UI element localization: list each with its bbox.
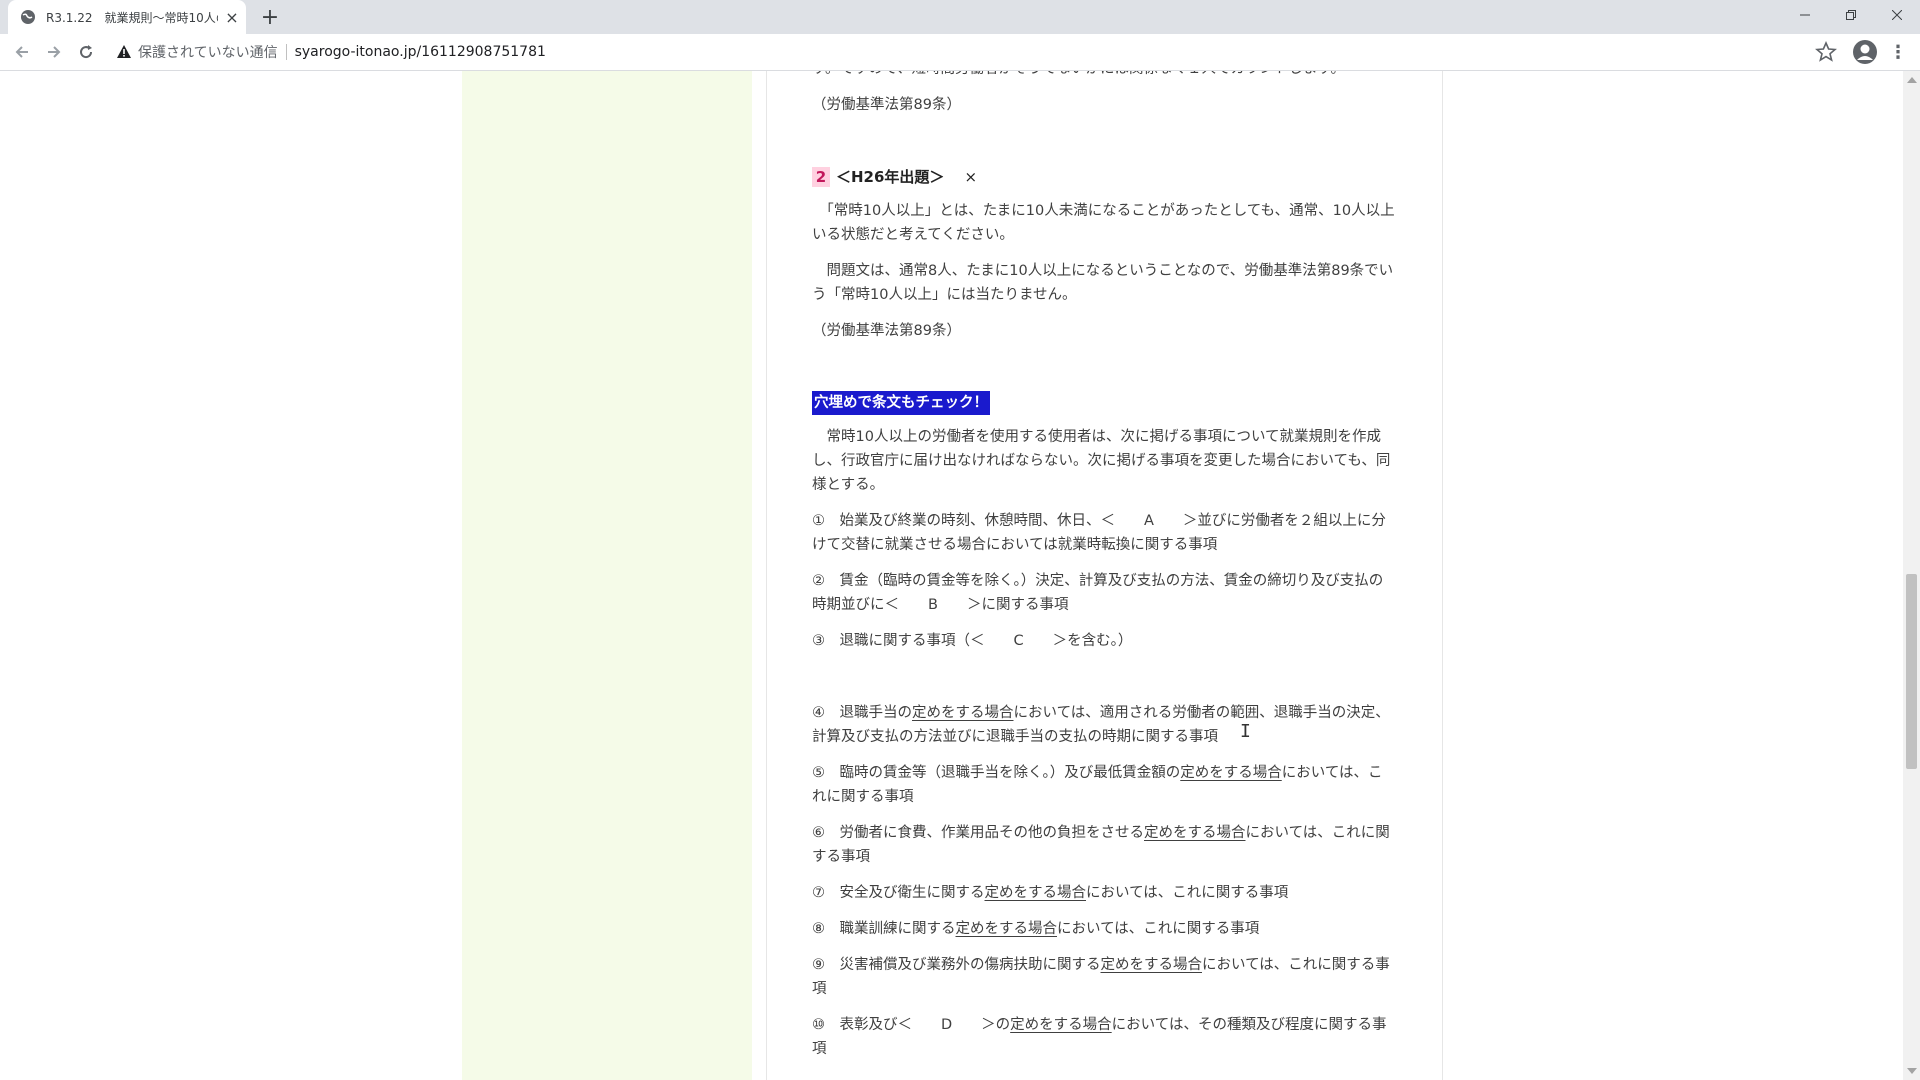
question-number-badge: 2 bbox=[812, 167, 830, 187]
new-tab-button[interactable]: + bbox=[258, 5, 282, 30]
page-scrollbar[interactable] bbox=[1903, 71, 1920, 1080]
back-icon[interactable] bbox=[8, 38, 36, 66]
scroll-up-icon[interactable] bbox=[1907, 77, 1917, 83]
cloze-section-title: 穴埋めで条文もチェック！ bbox=[812, 391, 990, 415]
security-status[interactable]: 保護されていない通信 bbox=[138, 42, 278, 62]
address-bar[interactable]: 保護されていない通信 syarogo-itonao.jp/16112908751… bbox=[108, 37, 1808, 67]
explanation-paragraph: 問題文は、通常8人、たまに10人以上になるということなので、労働基準法第89条で… bbox=[812, 263, 1394, 303]
minimize-icon[interactable] bbox=[1782, 0, 1828, 30]
question-title: ＜H26年出題＞ bbox=[836, 168, 945, 186]
list-item: ⑥ 労働者に食費、作業用品その他の負担をさせる定めをする場合においては、これに関… bbox=[812, 825, 1390, 865]
window-close-icon[interactable] bbox=[1874, 0, 1920, 30]
warning-icon[interactable] bbox=[116, 44, 132, 60]
left-sidebar bbox=[462, 71, 752, 1080]
list-item: ⑩ 表彰及び＜ D ＞の定めをする場合においては、その種類及び程度に関する事項 bbox=[812, 1017, 1387, 1057]
law-reference: （労働基準法第89条） bbox=[812, 323, 961, 339]
article-body: す。ですので、短時間労働者かそうでないかには関係なく１人でカウントします。 （労… bbox=[812, 71, 1397, 1073]
list-item: ⑨ 災害補償及び業務外の傷病扶助に関する定めをする場合においては、これに関する事… bbox=[812, 957, 1390, 997]
tab-title: R3.1.22 就業規則～常時10人の bbox=[46, 10, 218, 25]
article-column: す。ですので、短時間労働者かそうでないかには関係なく１人でカウントします。 （労… bbox=[766, 71, 1443, 1080]
list-item: ① 始業及び終業の時刻、休憩時間、休日、＜ A ＞並びに労働者を２組以上に分けて… bbox=[812, 513, 1386, 553]
browser-tab[interactable]: R3.1.22 就業規則～常時10人の × bbox=[8, 0, 246, 34]
text-cursor-icon: I bbox=[1240, 721, 1251, 742]
answer-mark: × bbox=[964, 168, 978, 186]
list-item: ⑤ 臨時の賃金等（退職手当を除く。）及び最低賃金額の定めをする場合においては、こ… bbox=[812, 765, 1383, 805]
close-icon[interactable]: × bbox=[222, 7, 242, 27]
list-item: ⑧ 職業訓練に関する定めをする場合においては、これに関する事項 bbox=[812, 921, 1260, 937]
cloze-intro: 常時10人以上の労働者を使用する使用者は、次に掲げる事項について就業規則を作成し… bbox=[812, 429, 1391, 493]
page-viewport: す。ですので、短時間労働者かそうでないかには関係なく１人でカウントします。 （労… bbox=[0, 71, 1903, 1080]
question-heading: 2 ＜H26年出題＞ × bbox=[812, 165, 1397, 189]
scroll-thumb[interactable] bbox=[1906, 574, 1917, 769]
list-item: ② 賃金（臨時の賃金等を除く。）決定、計算及び支払の方法、賃金の締切り及び支払の… bbox=[812, 573, 1384, 613]
explanation-paragraph: 「常時10人以上」とは、たまに10人未満になることがあったとしても、通常、10人… bbox=[812, 203, 1395, 243]
list-item: ④ 退職手当の定めをする場合においては、適用される労働者の範囲、退職手当の決定、… bbox=[812, 705, 1390, 745]
menu-icon[interactable]: ⋮ bbox=[1886, 40, 1910, 64]
scroll-down-icon[interactable] bbox=[1907, 1068, 1917, 1074]
list-item: ③ 退職に関する事項（＜ C ＞を含む。） bbox=[812, 633, 1133, 649]
profile-icon[interactable] bbox=[1852, 39, 1878, 65]
forward-icon[interactable] bbox=[40, 38, 68, 66]
window-controls bbox=[1782, 0, 1920, 30]
law-reference: （労働基準法第89条） bbox=[812, 97, 961, 113]
globe-icon bbox=[21, 10, 35, 24]
tab-strip: R3.1.22 就業規則～常時10人の × + bbox=[0, 0, 1920, 34]
reload-icon[interactable] bbox=[72, 38, 100, 66]
browser-toolbar: 保護されていない通信 syarogo-itonao.jp/16112908751… bbox=[0, 34, 1920, 71]
list-item: ⑦ 安全及び衛生に関する定めをする場合においては、これに関する事項 bbox=[812, 885, 1289, 901]
omnibox-divider bbox=[285, 44, 287, 60]
partial-text: す。ですので、短時間労働者かそうでないかには関係なく１人でカウントします。 bbox=[812, 71, 1397, 81]
star-icon[interactable] bbox=[1814, 40, 1838, 64]
restore-icon[interactable] bbox=[1828, 0, 1874, 30]
url-text[interactable]: syarogo-itonao.jp/16112908751781 bbox=[295, 44, 546, 60]
